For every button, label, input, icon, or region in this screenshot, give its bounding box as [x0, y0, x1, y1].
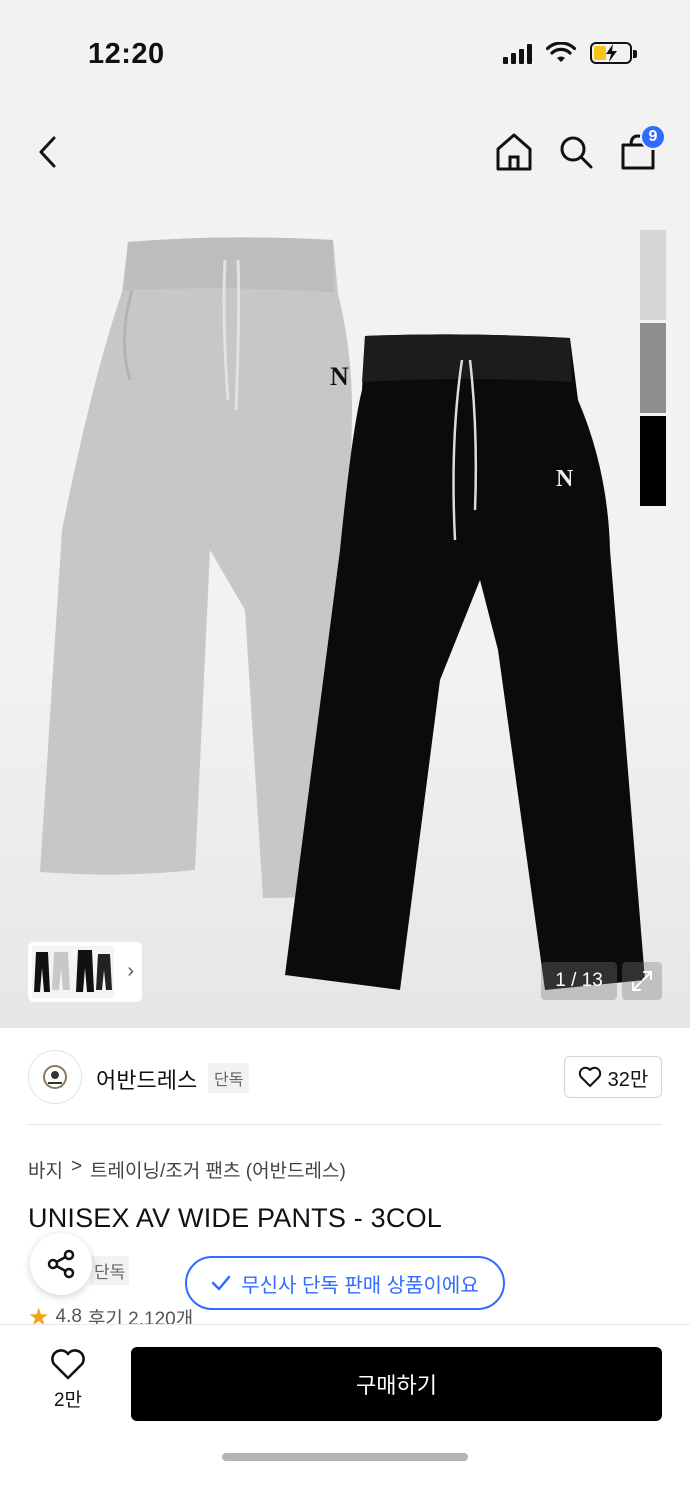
battery-icon: [590, 42, 637, 64]
chevron-right-icon: ›: [127, 960, 134, 982]
svg-text:N: N: [330, 362, 349, 391]
brand-logo-icon: [43, 1065, 67, 1089]
exclusive-tag: 단독: [208, 1063, 250, 1093]
buy-button[interactable]: 구매하기: [131, 1347, 662, 1421]
grey-pants-image: N: [40, 237, 352, 898]
exclusive-notice-text: 무신사 단독 판매 상품이에요: [241, 1274, 479, 1297]
expand-icon: [632, 971, 652, 991]
back-button[interactable]: [24, 126, 72, 178]
color-swatch-grey[interactable]: [640, 323, 666, 413]
bottom-action-bar: 2만 구매하기: [0, 1324, 690, 1500]
breadcrumb-subcategory[interactable]: 트레이닝/조거 팬츠 (어반드레스): [90, 1156, 346, 1183]
cart-count-badge: 9: [640, 124, 666, 150]
brand-like-count: 32만: [607, 1068, 649, 1091]
product-photo: N N: [40, 237, 645, 990]
wishlist-count: 2만: [53, 1390, 83, 1411]
expand-image-button[interactable]: [622, 962, 662, 1000]
home-indicator: [222, 1453, 468, 1461]
search-icon: [560, 136, 593, 169]
heart-icon: [51, 1349, 85, 1380]
signal-icon: [503, 42, 532, 64]
brand-row: 어반드레스 단독 32만: [28, 1048, 662, 1106]
wishlist-button[interactable]: 2만: [40, 1349, 96, 1419]
thumbnail-strip[interactable]: ›: [28, 942, 142, 1002]
status-bar: 12:20: [0, 0, 690, 110]
color-swatch-black[interactable]: [640, 416, 666, 506]
brand-name[interactable]: 어반드레스: [96, 1063, 197, 1095]
product-image-gallery[interactable]: N N 9 › 1 / 13: [0, 110, 690, 1028]
share-icon: [47, 1249, 75, 1279]
color-swatches: [640, 230, 666, 506]
cart-button[interactable]: 9: [614, 124, 666, 178]
product-title: UNISEX AV WIDE PANTS - 3COL: [28, 1203, 442, 1233]
wifi-icon: [546, 42, 576, 62]
share-button[interactable]: [30, 1233, 92, 1295]
breadcrumb-separator: >: [70, 1156, 83, 1177]
breadcrumb-category[interactable]: 바지: [28, 1156, 63, 1183]
brand-like-button[interactable]: 32만: [564, 1056, 662, 1098]
color-swatch-light-grey[interactable]: [640, 230, 666, 320]
status-icons: [503, 42, 637, 64]
product-exclusive-tag: 단독: [90, 1256, 130, 1285]
divider: [28, 1124, 662, 1125]
top-nav: 9: [0, 110, 690, 200]
chevron-left-icon: [39, 136, 56, 168]
status-time: 12:20: [88, 38, 165, 70]
image-counter: 1 / 13: [541, 962, 617, 1000]
home-button[interactable]: [490, 126, 538, 178]
svg-text:N: N: [556, 466, 574, 492]
search-button[interactable]: [552, 126, 600, 178]
brand-logo[interactable]: [28, 1050, 82, 1104]
breadcrumb: 바지 > 트레이닝/조거 팬츠 (어반드레스): [28, 1156, 346, 1183]
check-icon: [212, 1275, 231, 1291]
exclusive-notice: 무신사 단독 판매 상품이에요: [185, 1256, 505, 1310]
thumbnail-image: [32, 946, 114, 998]
heart-icon: [578, 1066, 601, 1087]
home-icon: [496, 133, 532, 171]
